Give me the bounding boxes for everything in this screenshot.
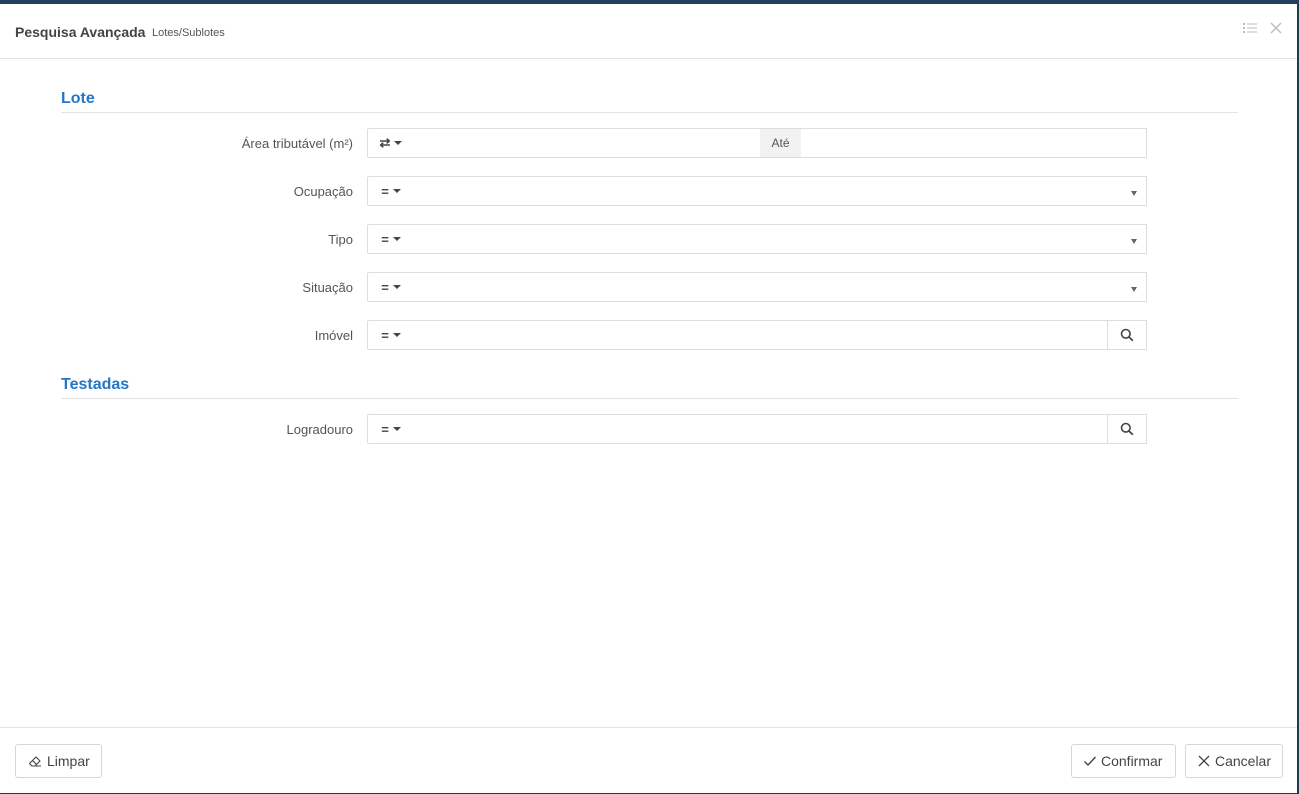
field-label: Ocupação	[293, 184, 353, 199]
field-label: Logradouro	[286, 422, 354, 437]
operator-symbol: =	[381, 183, 389, 199]
select-arrow-icon	[1131, 191, 1137, 196]
eraser-icon	[28, 756, 41, 767]
check-icon	[1084, 756, 1097, 767]
ocupacao-select[interactable]	[414, 176, 1147, 206]
operator-dropdown[interactable]: ⇄	[367, 128, 415, 158]
range-from-field[interactable]	[414, 128, 761, 158]
caret-down-icon	[392, 333, 401, 337]
search-icon	[1120, 328, 1134, 342]
operator-symbol: =	[381, 231, 389, 247]
operator-dropdown[interactable]: =	[367, 320, 415, 350]
clear-button-label: Limpar	[47, 753, 90, 769]
field-row-tipo: Tipo =	[0, 224, 1299, 254]
operator-symbol: =	[381, 327, 389, 343]
range-to-input[interactable]	[801, 129, 1146, 157]
section-title-lote: Lote	[61, 90, 95, 107]
cancel-button[interactable]: Cancelar	[1185, 744, 1283, 778]
section-testadas: Testadas	[61, 376, 1238, 399]
caret-down-icon	[394, 141, 403, 145]
operator-symbol: =	[381, 279, 389, 295]
operator-symbol: ⇄	[379, 135, 391, 150]
select-arrow-icon	[1131, 287, 1137, 292]
list-icon[interactable]	[1242, 20, 1260, 38]
range-from-input[interactable]	[414, 129, 760, 157]
section-lote: Lote	[61, 90, 1238, 113]
cancel-button-label: Cancelar	[1214, 753, 1271, 769]
select-arrow-icon	[1131, 239, 1137, 244]
range-to-field[interactable]	[801, 128, 1147, 158]
close-icon[interactable]	[1268, 20, 1286, 38]
field-label: Área tributável (m²)	[241, 136, 353, 151]
modal-footer: Limpar Confirmar Cancelar	[0, 727, 1297, 793]
imovel-field[interactable]	[414, 320, 1108, 350]
range-separator: Até	[760, 128, 802, 158]
imovel-search-button[interactable]	[1107, 320, 1147, 350]
tipo-select[interactable]	[414, 224, 1147, 254]
caret-down-icon	[392, 189, 401, 193]
confirm-button-label: Confirmar	[1101, 753, 1163, 769]
close-icon	[1198, 755, 1210, 767]
field-row-imovel: Imóvel =	[0, 320, 1299, 350]
field-row-situacao: Situação =	[0, 272, 1299, 302]
logradouro-field[interactable]	[414, 414, 1108, 444]
situacao-select[interactable]	[414, 272, 1147, 302]
imovel-input[interactable]	[414, 321, 1107, 349]
caret-down-icon	[392, 285, 401, 289]
operator-dropdown[interactable]: =	[367, 414, 415, 444]
field-label: Tipo	[328, 232, 353, 247]
operator-dropdown[interactable]: =	[367, 224, 415, 254]
field-row-logradouro: Logradouro =	[0, 414, 1299, 444]
operator-dropdown[interactable]: =	[367, 272, 415, 302]
advanced-search-modal: Pesquisa Avançada Lotes/Sublotes Lote Ár…	[0, 4, 1297, 793]
field-label: Imóvel	[314, 328, 353, 343]
modal-header: Pesquisa Avançada Lotes/Sublotes	[0, 4, 1297, 59]
logradouro-search-button[interactable]	[1107, 414, 1147, 444]
caret-down-icon	[392, 427, 401, 431]
field-row-ocupacao: Ocupação =	[0, 176, 1299, 206]
search-icon	[1120, 422, 1134, 436]
clear-button[interactable]: Limpar	[15, 744, 102, 778]
section-title-testadas: Testadas	[61, 376, 130, 393]
logradouro-input[interactable]	[414, 415, 1107, 443]
confirm-button[interactable]: Confirmar	[1071, 744, 1176, 778]
field-row-area-tributavel: Área tributável (m²) ⇄ Até	[0, 128, 1299, 158]
caret-down-icon	[392, 237, 401, 241]
operator-dropdown[interactable]: =	[367, 176, 415, 206]
operator-symbol: =	[381, 421, 389, 437]
modal-subtitle: Lotes/Sublotes	[152, 27, 225, 39]
field-label: Situação	[302, 280, 353, 295]
modal-title: Pesquisa Avançada	[15, 24, 146, 40]
